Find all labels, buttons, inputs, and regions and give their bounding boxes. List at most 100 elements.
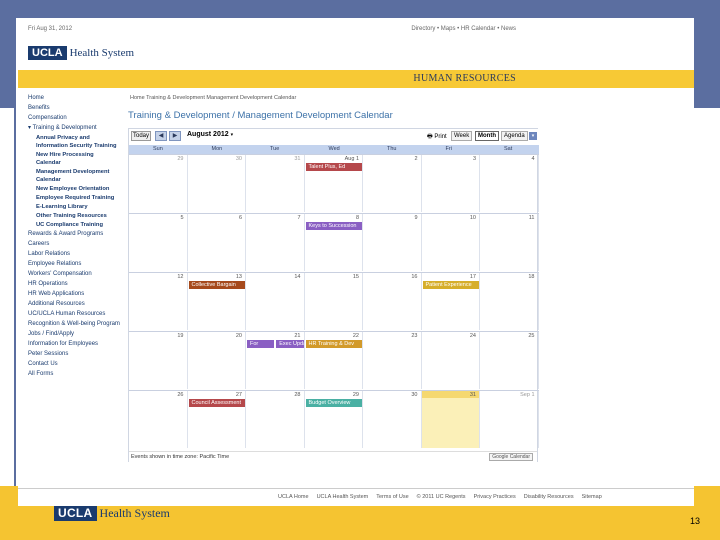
- google-calendar-button[interactable]: Google Calendar: [489, 453, 533, 461]
- day-cell[interactable]: 2: [363, 155, 422, 212]
- day-cell[interactable]: 7: [246, 214, 305, 271]
- calendar-event[interactable]: Collective Bargain: [188, 281, 245, 289]
- day-cell[interactable]: 9: [363, 214, 422, 271]
- footer-link[interactable]: UCLA Home: [278, 494, 309, 500]
- tab-month[interactable]: Month: [475, 131, 499, 141]
- nav-item-peter-sessions[interactable]: Peter Sessions: [28, 350, 120, 360]
- day-number: 29: [352, 392, 359, 398]
- day-cell[interactable]: 31: [421, 391, 480, 448]
- today-button[interactable]: Today: [131, 131, 151, 141]
- nav-item-additional-resources[interactable]: Additional Resources: [28, 300, 120, 310]
- day-cell[interactable]: 29: [129, 155, 188, 212]
- footer-link[interactable]: UCLA Health System: [317, 494, 369, 500]
- day-cell[interactable]: 6: [188, 214, 246, 271]
- nav-sub-orientation[interactable]: New Employee Orientation: [28, 185, 120, 193]
- day-cell[interactable]: 30: [188, 155, 246, 212]
- next-month-button[interactable]: ▶: [169, 131, 181, 141]
- site-logo[interactable]: UCLA Health System: [28, 46, 134, 60]
- nav-item-rewards[interactable]: Rewards & Award Programs: [28, 230, 120, 240]
- calendar-event[interactable]: Exec Update: [276, 340, 304, 348]
- nav-item-compensation[interactable]: Compensation: [28, 114, 120, 124]
- nav-item-all-forms[interactable]: All Forms: [28, 370, 120, 380]
- footer-link[interactable]: © 2011 UC Regents: [417, 494, 466, 500]
- day-cell[interactable]: 25: [480, 332, 539, 389]
- nav-item-home[interactable]: Home: [28, 94, 120, 104]
- prev-month-button[interactable]: ◀: [155, 131, 167, 141]
- slide-logo-health-system: Health System: [99, 505, 170, 520]
- day-cell[interactable]: Sep 1: [480, 391, 539, 448]
- nav-sub-privacy-training[interactable]: Annual Privacy and Information Security …: [28, 134, 120, 150]
- day-cell[interactable]: 14: [246, 273, 305, 330]
- print-button[interactable]: 🖶 Print: [427, 132, 447, 142]
- nav-sub-new-hire-calendar[interactable]: New Hire Processing Calendar: [28, 151, 120, 167]
- calendar-event[interactable]: Keys to Succession: [305, 222, 362, 230]
- day-number: 12: [177, 274, 184, 280]
- nav-item-hr-web-apps[interactable]: HR Web Applications: [28, 290, 120, 300]
- day-number: Aug 1: [344, 156, 359, 162]
- day-cell[interactable]: 12: [129, 273, 188, 330]
- nav-item-employee-info[interactable]: Information for Employees: [28, 340, 120, 350]
- day-cell[interactable]: 10: [422, 214, 480, 271]
- nav-sub-other-resources[interactable]: Other Training Resources: [28, 212, 120, 220]
- nav-item-employee-relations[interactable]: Employee Relations: [28, 260, 120, 270]
- hr-banner-title: HUMAN RESOURCES: [413, 73, 516, 84]
- day-cell[interactable]: 4: [480, 155, 539, 212]
- webpage: Fri Aug 31, 2012 Directory • Maps • HR C…: [18, 18, 694, 506]
- nav-item-labor-relations[interactable]: Labor Relations: [28, 250, 120, 260]
- day-number: 22: [352, 333, 359, 339]
- footer-link[interactable]: Disability Resources: [524, 494, 574, 500]
- utility-links[interactable]: Directory • Maps • HR Calendar • News: [411, 26, 516, 32]
- breadcrumb[interactable]: Home Training & Development Management D…: [130, 95, 296, 101]
- day-cell[interactable]: 31: [246, 155, 305, 212]
- day-cell[interactable]: 26: [129, 391, 188, 448]
- footer-link[interactable]: Sitemap: [582, 494, 602, 500]
- calendar-event[interactable]: Council Assessment: [188, 399, 245, 407]
- footer-link[interactable]: Terms of Use: [376, 494, 408, 500]
- day-cell[interactable]: 24: [422, 332, 480, 389]
- nav-item-contact[interactable]: Contact Us: [28, 360, 120, 370]
- calendar-event[interactable]: HR Training & Dev: [305, 340, 362, 348]
- day-number: 24: [469, 333, 476, 339]
- day-of-week-label: Sun: [153, 146, 163, 152]
- site-footer: UCLA Home UCLA Health System Terms of Use ©…: [18, 488, 694, 504]
- nav-item-hr-operations[interactable]: HR Operations: [28, 280, 120, 290]
- nav-item-training[interactable]: ▾ Training & Development: [28, 124, 120, 134]
- footer-link[interactable]: Privacy Practices: [474, 494, 516, 500]
- slide-left-stripe: [14, 108, 16, 488]
- day-number: 16: [411, 274, 418, 280]
- day-number: 2: [414, 156, 418, 162]
- day-cell[interactable]: 16: [363, 273, 422, 330]
- nav-item-benefits[interactable]: Benefits: [28, 104, 120, 114]
- tab-week[interactable]: Week: [451, 131, 473, 141]
- calendar-event[interactable]: Budget Overview: [305, 399, 362, 407]
- day-number: 30: [235, 156, 242, 162]
- nav-item-workers-comp[interactable]: Workers' Compensation: [28, 270, 120, 280]
- tab-agenda[interactable]: Agenda: [501, 131, 528, 141]
- day-cell[interactable]: 15: [305, 273, 363, 330]
- day-cell[interactable]: 19: [129, 332, 188, 389]
- day-cell[interactable]: 30: [363, 391, 422, 448]
- calendar-event[interactable]: For: [247, 340, 275, 348]
- nav-sub-elearning[interactable]: E-Learning Library: [28, 203, 120, 211]
- nav-sub-compliance[interactable]: UC Compliance Training: [28, 221, 120, 229]
- calendar-widget: Today ◀ ▶ August 2012 ▾ 🖶 Print Week Mon…: [128, 128, 539, 462]
- day-cell[interactable]: 23: [363, 332, 422, 389]
- day-cell[interactable]: 11: [480, 214, 539, 271]
- nav-item-recognition[interactable]: Recognition & Well-being Programs: [28, 320, 120, 330]
- nav-sub-required-training[interactable]: Employee Required Training: [28, 194, 120, 202]
- nav-sub-management-calendar[interactable]: Management Development Calendar: [28, 168, 120, 184]
- calendar-event[interactable]: Patient Experience: [422, 281, 479, 289]
- day-cell[interactable]: 5: [129, 214, 188, 271]
- day-cell[interactable]: 18: [480, 273, 539, 330]
- calendar-list-dropdown[interactable]: ▾: [529, 132, 537, 140]
- nav-item-uc-hr[interactable]: UC/UCLA Human Resources: [28, 310, 120, 320]
- day-cell[interactable]: 28: [246, 391, 305, 448]
- day-number: 30: [411, 392, 418, 398]
- calendar-event[interactable]: Talent Plus, Ed: [305, 163, 362, 171]
- nav-item-careers[interactable]: Careers: [28, 240, 120, 250]
- nav-item-jobs[interactable]: Jobs / Find/Apply: [28, 330, 120, 340]
- day-number: 9: [414, 215, 418, 221]
- month-picker[interactable]: August 2012 ▾: [187, 131, 233, 138]
- day-cell[interactable]: 3: [422, 155, 480, 212]
- day-cell[interactable]: 20: [188, 332, 246, 389]
